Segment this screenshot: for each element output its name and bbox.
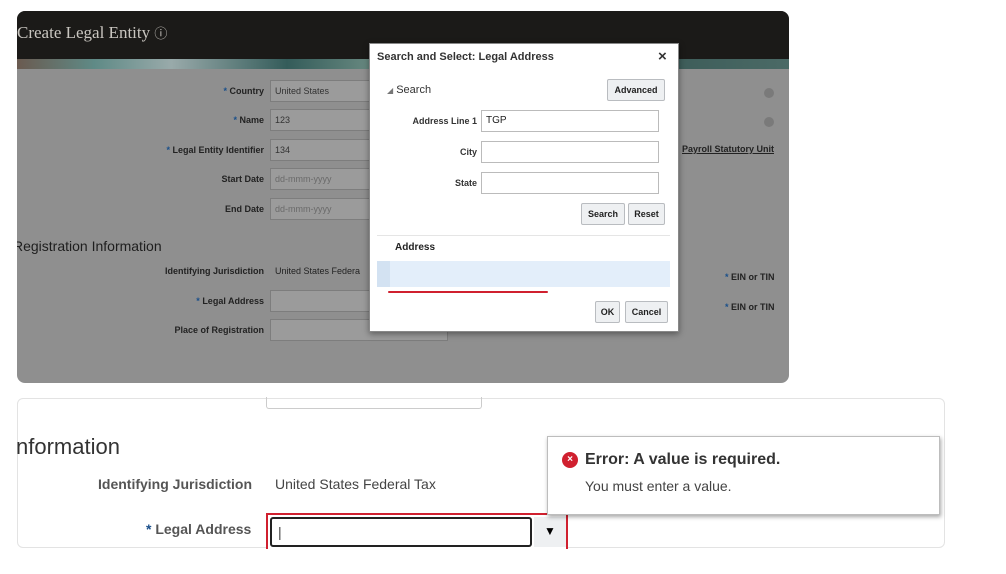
name-label: * Name <box>233 115 264 125</box>
help-circle-icon[interactable]: ⓘ <box>154 27 167 42</box>
error-popup: × Error: A value is required. You must e… <box>547 436 940 515</box>
end-date-label: End Date <box>224 204 264 214</box>
state-input[interactable] <box>481 172 659 194</box>
legal-address-combobox[interactable]: | ▼ <box>266 513 568 549</box>
error-icon: × <box>562 452 578 468</box>
legal-address-label: * Legal Address <box>146 521 252 537</box>
legal-address-label: * Legal Address <box>196 296 264 306</box>
ok-button[interactable]: OK <box>595 301 620 323</box>
page-title-text: Create Legal Entity <box>17 23 151 42</box>
field-fragment <box>266 397 482 409</box>
search-button[interactable]: Search <box>581 203 625 225</box>
address-line1-input[interactable]: TGP <box>481 110 659 132</box>
dropdown-icon[interactable]: ▼ <box>534 517 566 547</box>
address-line1-label: Address Line 1 <box>412 116 477 126</box>
collapse-triangle-icon: ◢ <box>387 86 394 95</box>
close-icon[interactable]: × <box>658 48 667 65</box>
dialog-title: Search and Select: Legal Address <box>377 51 554 63</box>
legal-address-input[interactable]: | <box>270 517 532 547</box>
start-date-field[interactable]: dd-mmm-yyyy <box>270 168 380 190</box>
search-section-toggle[interactable]: ◢ Search <box>387 84 431 96</box>
divider <box>377 235 670 236</box>
city-label: City <box>459 147 477 157</box>
info-icon[interactable] <box>764 88 774 98</box>
jurisdiction-value: United States Federal Tax <box>275 476 436 492</box>
country-label: * Country <box>223 86 264 96</box>
info-icon[interactable] <box>764 117 774 127</box>
jurisdiction-value: United States Federa <box>275 266 361 276</box>
registration-section-title: Registration Information <box>17 238 162 254</box>
start-date-label: Start Date <box>221 174 264 184</box>
end-date-field[interactable]: dd-mmm-yyyy <box>270 198 380 220</box>
ein-label: * EIN or TIN <box>725 302 775 312</box>
advanced-button[interactable]: Advanced <box>607 79 665 101</box>
error-detail: You must enter a value. <box>585 478 732 494</box>
cancel-button[interactable]: Cancel <box>625 301 668 323</box>
payroll-statutory-unit-link[interactable]: Payroll Statutory Unit <box>682 144 774 154</box>
error-title: Error: A value is required. <box>585 451 781 468</box>
red-annotation-line <box>388 291 548 293</box>
place-of-registration-label: Place of Registration <box>174 325 264 335</box>
ein-label: * EIN or TIN <box>725 272 775 282</box>
jurisdiction-label: Identifying Jurisdiction <box>164 266 264 276</box>
identifier-label: * Legal Entity Identifier <box>166 145 264 155</box>
name-field[interactable]: 123 <box>270 109 380 131</box>
country-field[interactable]: United States <box>270 80 380 102</box>
identifier-field[interactable]: 134 <box>270 139 380 161</box>
reset-button[interactable]: Reset <box>628 203 665 225</box>
jurisdiction-label: Identifying Jurisdiction <box>98 476 253 492</box>
search-select-dialog: Search and Select: Legal Address × ◢ Sea… <box>369 43 679 332</box>
results-row[interactable] <box>377 261 670 287</box>
address-column-header: Address <box>395 242 436 253</box>
page-title: Create Legal Entity ⓘ <box>17 23 167 43</box>
city-input[interactable] <box>481 141 659 163</box>
section-title-fragment: nformation <box>16 434 120 459</box>
state-label: State <box>454 178 477 188</box>
